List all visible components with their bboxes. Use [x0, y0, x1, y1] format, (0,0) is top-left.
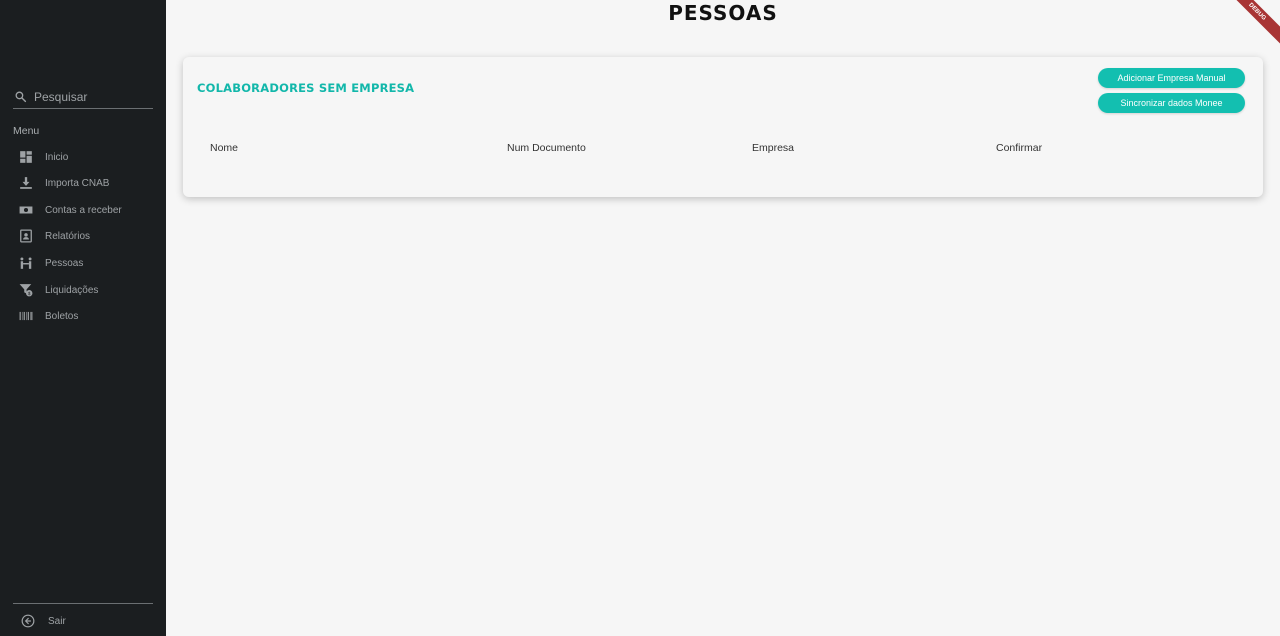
sidebar-item-label: Contas a receber — [45, 204, 122, 216]
sidebar-item-label: Liquidações — [45, 284, 99, 296]
column-header-nome: Nome — [210, 142, 239, 154]
search-input[interactable] — [34, 89, 144, 104]
menu-label: Menu — [13, 125, 40, 137]
sync-monee-button[interactable]: Sincronizar dados Monee — [1098, 93, 1245, 113]
logout-button[interactable]: Sair — [21, 612, 66, 630]
column-header-num-documento: Num Documento — [507, 142, 586, 154]
sidebar-item-label: Importa CNAB — [45, 177, 110, 189]
sidebar-item-label: Boletos — [45, 310, 79, 322]
dashboard-icon — [18, 150, 33, 165]
filter-money-icon: $ — [18, 283, 33, 298]
download-icon — [18, 176, 33, 191]
search-box[interactable] — [13, 85, 153, 109]
sidebar: Menu Inicio Importa CNAB Contas a recebe… — [0, 0, 166, 636]
sidebar-item-label: Pessoas — [45, 257, 84, 269]
add-company-manual-button[interactable]: Adicionar Empresa Manual — [1098, 68, 1245, 88]
sidebar-item-contas-a-receber[interactable]: Contas a receber — [18, 200, 158, 220]
sidebar-item-inicio[interactable]: Inicio — [18, 147, 158, 167]
sidebar-item-liquidacoes[interactable]: $ Liquidações — [18, 280, 158, 300]
search-icon — [15, 91, 27, 103]
cash-icon — [18, 203, 33, 218]
logout-label: Sair — [48, 615, 66, 627]
contact-book-icon — [18, 229, 33, 244]
sidebar-item-relatorios[interactable]: Relatórios — [18, 226, 158, 246]
sidebar-item-label: Inicio — [45, 151, 69, 163]
sidebar-divider — [13, 603, 153, 604]
colaboradores-card: COLABORADORES SEM EMPRESA Adicionar Empr… — [183, 57, 1263, 197]
sidebar-item-boletos[interactable]: Boletos — [18, 306, 158, 326]
sidebar-item-importa-cnab[interactable]: Importa CNAB — [18, 173, 158, 193]
exit-icon — [21, 614, 35, 628]
people-icon — [18, 256, 33, 271]
column-header-empresa: Empresa — [752, 142, 795, 154]
sidebar-item-pessoas[interactable]: Pessoas — [18, 253, 158, 273]
card-title: COLABORADORES SEM EMPRESA — [197, 81, 415, 95]
barcode-icon — [18, 309, 33, 324]
svg-text:$: $ — [27, 291, 30, 296]
sidebar-item-label: Relatórios — [45, 230, 91, 242]
page-title: PESSOAS — [668, 1, 778, 25]
column-header-confirmar: Confirmar — [996, 142, 1043, 154]
